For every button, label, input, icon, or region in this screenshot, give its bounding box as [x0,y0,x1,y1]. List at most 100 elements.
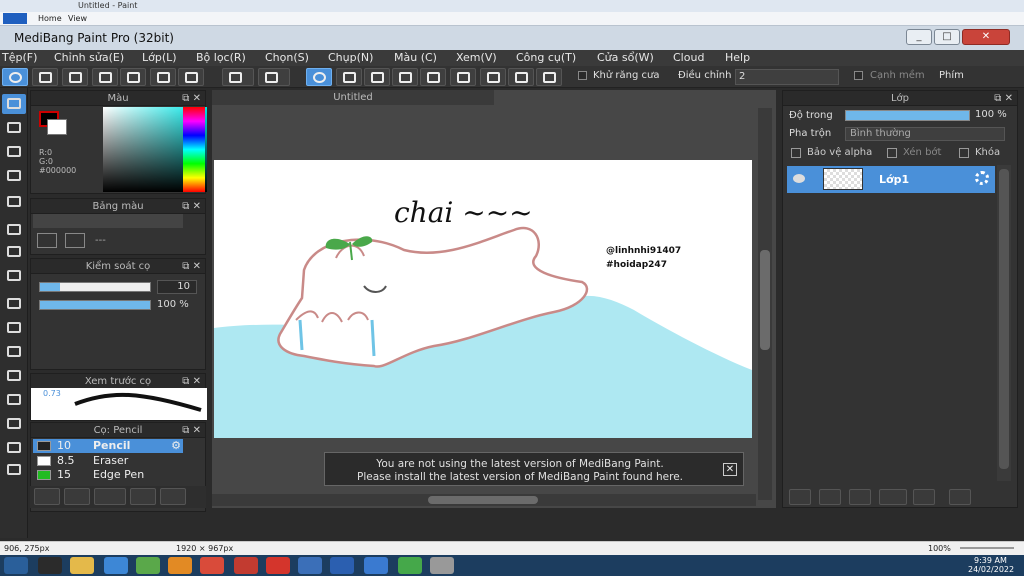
panel-close-icon[interactable]: ⧉ ✕ [994,91,1013,106]
new-layer-icon[interactable] [789,489,811,505]
circle-snap-icon[interactable] [450,68,476,86]
new-brush-icon[interactable] [64,488,90,505]
menu-layer[interactable]: Lớp(L) [142,51,177,64]
adjust-select[interactable]: 2 [735,69,839,85]
menu-select[interactable]: Chọn(S) [265,51,309,64]
outer-file-button[interactable] [3,13,27,24]
speech-bubble-icon[interactable] [62,68,88,86]
panel-close-icon[interactable]: ⧉ ✕ [182,423,201,438]
curve-snap-icon[interactable] [480,68,506,86]
paint-icon[interactable] [430,557,454,574]
magic-wand-tool-icon[interactable] [2,342,26,362]
antialias-checkbox[interactable] [578,71,587,80]
brush-tool-icon[interactable] [2,94,26,114]
menu-color[interactable]: Màu (C) [394,51,437,64]
select-pen-tool-icon[interactable] [2,366,26,386]
duplicate-layer-icon[interactable] [949,489,971,505]
close-button[interactable]: ✕ [962,29,1010,45]
eye-icon[interactable] [793,174,805,183]
panel-close-icon[interactable]: ⧉ ✕ [182,91,201,106]
background-color-swatch[interactable] [47,119,67,135]
brush-size-slider[interactable] [39,282,151,292]
keys-label[interactable]: Phím [939,70,964,81]
outer-tab-view[interactable]: View [68,14,87,23]
layer-scroll-thumb[interactable] [999,169,1009,469]
brush-size-value[interactable]: 10 [157,280,197,294]
layer-folder-icon[interactable] [913,489,935,505]
vertical-scroll-thumb[interactable] [760,250,770,350]
menu-file[interactable]: Tệp(F) [2,51,37,64]
chrome-icon[interactable] [298,557,322,574]
vanishing-point-icon[interactable] [392,68,418,86]
minimize-button[interactable]: _ [906,29,932,45]
menu-help[interactable]: Help [725,51,750,64]
comment-icon[interactable] [92,68,118,86]
start-button[interactable] [4,557,28,574]
word-icon[interactable] [330,557,354,574]
new-8bit-layer-icon[interactable] [849,489,871,505]
brush-menu-icon[interactable] [94,488,126,505]
app-icon[interactable] [266,557,290,574]
ellipse-snap-icon[interactable] [508,68,534,86]
snap-off-icon[interactable] [306,68,332,86]
app-icon[interactable] [136,557,160,574]
canvas-vertical-scrollbar[interactable] [758,108,772,500]
app-icon[interactable] [168,557,192,574]
cloud-icon[interactable] [2,68,28,86]
menu-view[interactable]: Xem(V) [456,51,497,64]
zalo-icon[interactable] [104,557,128,574]
panel-icon[interactable] [150,68,176,86]
cloud-brush-icon[interactable] [34,488,60,505]
clipping-checkbox[interactable] [887,148,897,158]
horizontal-scroll-thumb[interactable] [428,496,538,504]
layer-list-scrollbar[interactable] [997,165,1011,481]
menu-filter[interactable]: Bộ lọc(R) [196,51,246,64]
maximize-button[interactable]: □ [934,29,960,45]
layer-opacity-slider[interactable] [845,110,970,121]
brush-folder-icon[interactable] [160,488,186,505]
update-message-line2[interactable]: Please install the latest version of Med… [325,471,715,483]
document-canvas[interactable]: chai ~~~ @linhnhi91407 #hoidap247 [214,160,752,438]
layer-gear-icon[interactable] [975,171,989,185]
document-tab[interactable]: Untitled [212,90,494,105]
grid-layout-icon[interactable] [178,68,204,86]
menu-edit[interactable]: Chỉnh sửa(E) [54,51,124,64]
select-tool-icon[interactable] [2,294,26,314]
panel-close-icon[interactable]: ⧉ ✕ [182,374,201,389]
palette-list[interactable] [33,214,183,228]
dot-tool-icon[interactable] [2,166,26,186]
protect-alpha-checkbox[interactable] [791,148,801,158]
app-icon[interactable] [38,557,62,574]
snap-settings-icon[interactable] [536,68,562,86]
app-icon[interactable] [364,557,388,574]
chrome-icon[interactable] [200,557,224,574]
banner-close-icon[interactable]: ✕ [723,463,737,476]
app-icon[interactable] [398,557,422,574]
smooth-edge-checkbox[interactable] [854,71,863,80]
new-palette-icon[interactable] [37,233,57,248]
update-notification[interactable]: You are not using the latest version of … [324,452,744,486]
rectangle-tool-icon[interactable] [2,142,26,162]
zoom-slider[interactable] [960,547,1014,549]
blend-mode-select[interactable]: Bình thường [845,127,1005,141]
brush-item-pencil[interactable]: 10 Pencil ⚙ [33,439,183,453]
panel-close-icon[interactable]: ⧉ ✕ [182,259,201,274]
menu-cloud[interactable]: Cloud [673,51,704,64]
redo-icon[interactable] [258,68,290,86]
add-layer-menu-icon[interactable] [879,489,907,505]
lasso-tool-icon[interactable] [2,318,26,338]
share-icon[interactable] [32,68,58,86]
fill-rect-tool-icon[interactable] [2,220,26,240]
folder-icon[interactable] [70,557,94,574]
brush-item-eraser[interactable]: 8.5 Eraser [33,454,183,468]
bucket-tool-icon[interactable] [2,242,26,262]
radial-snap-icon[interactable] [420,68,446,86]
lock-checkbox[interactable] [959,148,969,158]
app-icon[interactable] [234,557,258,574]
select-eraser-tool-icon[interactable] [2,390,26,410]
gradient-tool-icon[interactable] [2,266,26,286]
hue-slider[interactable] [183,107,205,192]
brush-opacity-slider[interactable] [39,300,151,310]
document-icon[interactable] [120,68,146,86]
menu-tools[interactable]: Công cụ(T) [516,51,576,64]
